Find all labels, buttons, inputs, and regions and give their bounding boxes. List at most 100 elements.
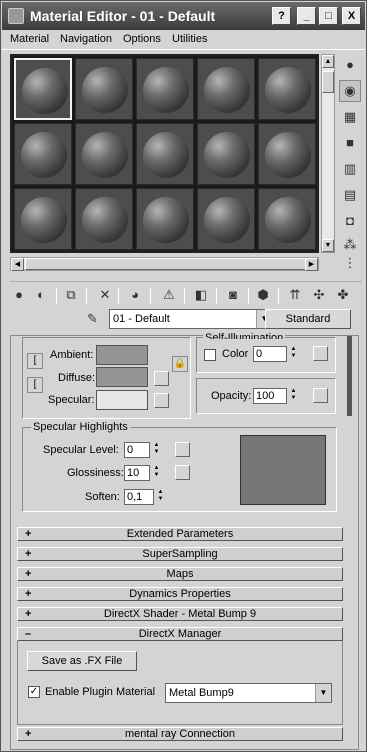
material-sample-slot[interactable] <box>75 123 133 185</box>
rollout-scroll-thumb[interactable] <box>347 336 352 416</box>
specular-color-swatch[interactable] <box>96 390 148 410</box>
material-sample-slot[interactable] <box>75 58 133 120</box>
diffuse-color-swatch[interactable] <box>96 367 148 387</box>
self-illum-color-label: Color <box>222 348 249 360</box>
show-map-icon[interactable]: ◙ <box>224 286 242 304</box>
save-fx-file-button[interactable]: Save as .FX File <box>27 651 137 671</box>
material-sample-slot[interactable] <box>75 188 133 250</box>
backlight-icon[interactable]: ◉ <box>339 80 361 102</box>
rollout-directx-manager[interactable]: – DirectX Manager <box>17 627 343 641</box>
link-ambient-diffuse-icon[interactable]: [ <box>27 353 43 369</box>
put-to-scene-icon[interactable]: ◐ <box>32 286 50 304</box>
help-button[interactable]: ? <box>272 7 291 25</box>
glossiness-map-button[interactable] <box>175 465 190 480</box>
highlight-curve-preview <box>240 435 326 505</box>
minimize-button[interactable]: _ <box>297 7 316 25</box>
app-icon <box>8 8 24 24</box>
material-sample-slot[interactable] <box>197 58 255 120</box>
material-sample-slot[interactable] <box>258 188 316 250</box>
options-icon[interactable]: ◘ <box>339 210 361 232</box>
get-material-icon[interactable]: ● <box>10 286 28 304</box>
material-sample-slot[interactable] <box>14 123 72 185</box>
scroll-thumb-horizontal[interactable] <box>25 258 315 270</box>
scroll-thumb[interactable] <box>322 71 334 93</box>
material-name-value: 01 - Default <box>113 313 170 325</box>
rollout-dynamics-properties[interactable]: + Dynamics Properties <box>17 587 343 601</box>
diffuse-label: Diffuse: <box>58 372 96 384</box>
material-sample-slot[interactable] <box>14 58 72 120</box>
material-sample-slot[interactable] <box>136 188 194 250</box>
material-sample-slot[interactable] <box>258 123 316 185</box>
material-sphere-icon <box>143 67 189 113</box>
menu-material[interactable]: Material <box>10 33 49 45</box>
ambient-color-swatch[interactable] <box>96 345 148 365</box>
plugin-material-select[interactable]: Metal Bump9 ▼ <box>165 683 332 703</box>
rollout-scrollbar[interactable] <box>347 336 353 749</box>
material-sample-slot[interactable] <box>197 188 255 250</box>
material-sample-slot[interactable] <box>14 188 72 250</box>
material-sphere-icon <box>82 197 128 243</box>
show-end-result-icon[interactable]: ⬢ <box>254 286 272 304</box>
scroll-left-arrow-icon[interactable]: ◀ <box>11 258 24 271</box>
slots-horizontal-scrollbar[interactable]: ◀ ▶ <box>10 257 319 271</box>
rollout-supersampling[interactable]: + SuperSampling <box>17 547 343 561</box>
specular-level-map-button[interactable] <box>175 442 190 457</box>
material-sphere-icon <box>143 132 189 178</box>
go-forward-icon[interactable]: ✣ <box>310 286 328 304</box>
slots-vertical-scrollbar[interactable]: ▲ ▼ <box>321 54 335 253</box>
material-id-channel-icon[interactable]: ◧ <box>192 286 210 304</box>
assign-material-icon[interactable]: ⧉ <box>62 286 80 304</box>
plugin-material-value: Metal Bump9 <box>169 687 234 699</box>
go-to-parent-icon[interactable]: ⇈ <box>286 286 304 304</box>
material-editor-window: Material Editor - 01 - Default ? _ □ X M… <box>0 0 367 752</box>
rollout-directx-shader[interactable]: + DirectX Shader - Metal Bump 9 <box>17 607 343 621</box>
close-button[interactable]: X <box>342 7 361 25</box>
go-sibling-icon[interactable]: ✤ <box>334 286 352 304</box>
video-color-check-icon[interactable]: ▥ <box>339 158 361 180</box>
rollout-extended-parameters[interactable]: + Extended Parameters <box>17 527 343 541</box>
link-diffuse-specular-icon[interactable]: [ <box>27 377 43 393</box>
soften-label: Soften: <box>85 491 120 503</box>
window-title: Material Editor - 01 - Default <box>30 8 216 24</box>
menu-navigation[interactable]: Navigation <box>60 33 112 45</box>
material-sample-slot[interactable] <box>136 123 194 185</box>
material-sphere-icon <box>204 197 250 243</box>
sample-type-icon[interactable]: ● <box>339 54 361 76</box>
chevron-down-icon[interactable]: ▼ <box>315 684 331 702</box>
opacity-map-button[interactable] <box>313 388 328 403</box>
rollout-maps[interactable]: + Maps <box>17 567 343 581</box>
material-type-button[interactable]: Standard <box>265 309 351 329</box>
material-sample-slot[interactable] <box>258 58 316 120</box>
glossiness-label: Glossiness: <box>67 467 124 479</box>
self-illum-map-button[interactable] <box>313 346 328 361</box>
diffuse-map-button[interactable] <box>154 371 169 386</box>
material-name-combo[interactable]: 01 - Default ▼ <box>109 309 273 329</box>
rollout-mental-ray-connection[interactable]: + mental ray Connection <box>17 727 343 741</box>
material-sample-slot[interactable] <box>136 58 194 120</box>
scroll-right-arrow-icon[interactable]: ▶ <box>305 258 318 271</box>
material-name-row: ✎ 01 - Default ▼ Standard <box>1 308 366 330</box>
self-illum-color-checkbox[interactable] <box>204 349 216 361</box>
sample-uv-tiling-icon[interactable]: ■ <box>339 132 361 154</box>
reset-map-icon[interactable]: ✕ <box>96 286 114 304</box>
scroll-up-arrow-icon[interactable]: ▲ <box>322 55 334 68</box>
enable-plugin-checkbox[interactable]: ✓ <box>28 686 40 698</box>
background-icon[interactable]: ▦ <box>339 106 361 128</box>
menu-utilities[interactable]: Utilities <box>172 33 207 45</box>
material-sample-slot[interactable] <box>197 123 255 185</box>
material-sphere-icon <box>143 197 189 243</box>
make-unique-icon[interactable]: ◕ <box>126 286 144 304</box>
title-bar[interactable]: Material Editor - 01 - Default ? _ □ X <box>2 2 365 30</box>
specular-label: Specular: <box>48 394 95 406</box>
put-library-icon[interactable]: ⚠ <box>160 286 178 304</box>
material-map-navigator-icon[interactable]: ⋮ <box>339 252 361 274</box>
menu-options[interactable]: Options <box>123 33 161 45</box>
pick-material-icon[interactable]: ✎ <box>87 311 98 327</box>
specular-map-button[interactable] <box>154 393 169 408</box>
make-preview-icon[interactable]: ▤ <box>339 184 361 206</box>
material-sphere-icon <box>82 67 128 113</box>
maximize-button[interactable]: □ <box>319 7 338 25</box>
material-sphere-icon <box>204 67 250 113</box>
lock-icon[interactable]: 🔒 <box>172 356 188 372</box>
scroll-down-arrow-icon[interactable]: ▼ <box>322 239 334 252</box>
